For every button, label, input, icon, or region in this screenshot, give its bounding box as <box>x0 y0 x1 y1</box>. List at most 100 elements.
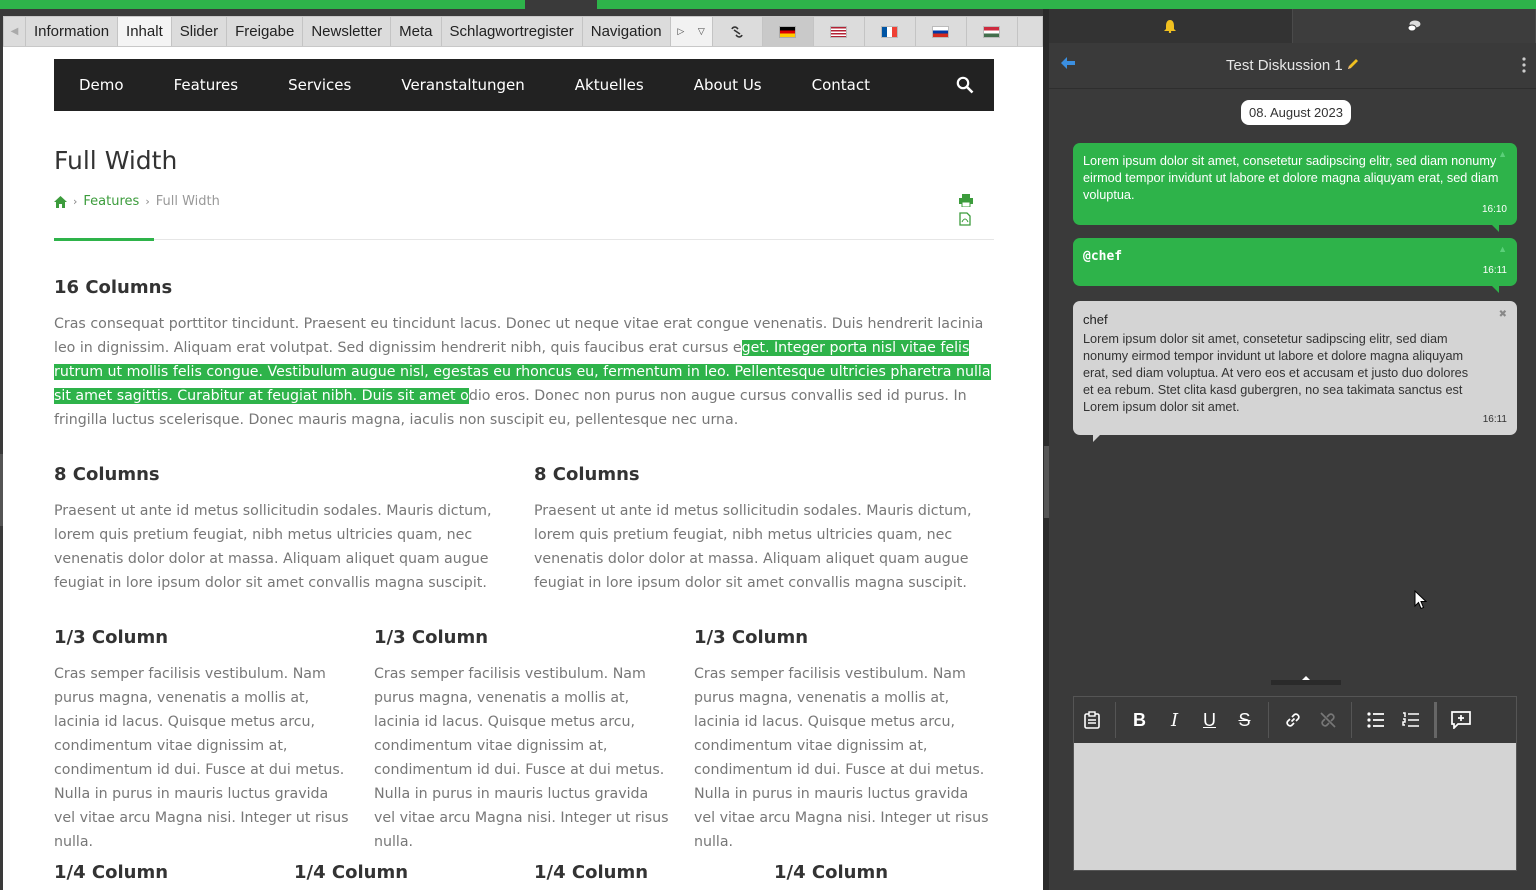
flag-en-icon <box>831 26 847 37</box>
section-heading-third-column: 1/3 Column <box>374 627 489 648</box>
strikethrough-icon[interactable]: S <box>1227 697 1262 743</box>
numbered-list-icon <box>1401 712 1419 727</box>
nav-item-veranstaltungen[interactable]: Veranstaltungen <box>401 76 524 94</box>
message-incoming[interactable]: ✖ chef Lorem ipsum dolor sit amet, conse… <box>1073 301 1517 442</box>
language-fr-button[interactable] <box>865 17 916 46</box>
flag-de-icon <box>780 26 796 37</box>
print-icon[interactable] <box>959 194 973 208</box>
link-button[interactable] <box>713 17 763 46</box>
nav-item-features[interactable]: Features <box>174 76 239 94</box>
close-icon[interactable]: ✖ <box>1499 306 1507 323</box>
section-heading-quarter-column: 1/4 Column <box>294 862 409 883</box>
bubble-tail <box>1491 285 1499 293</box>
breadcrumb-link[interactable]: Features <box>83 194 139 209</box>
caret-right-icon: ▷ <box>677 26 685 36</box>
section-heading-third-column: 1/3 Column <box>694 627 809 648</box>
tab-meta[interactable]: Meta <box>391 17 442 46</box>
tab-inhalt[interactable]: Inhalt <box>118 17 172 46</box>
nav-item-aktuelles[interactable]: Aktuelles <box>575 76 644 94</box>
bubble-tail <box>1093 434 1101 442</box>
site-navbar: Demo Features Services Veranstaltungen A… <box>54 59 994 111</box>
message-time: 16:11 <box>1482 265 1507 276</box>
section-text-8-columns: Praesent ut ante id metus sollicitudin s… <box>534 503 972 591</box>
message-text: Lorem ipsum dolor sit amet, consetetur s… <box>1083 332 1469 414</box>
message-own[interactable]: ▲ @chef 16:11 <box>1073 238 1517 293</box>
nav-item-contact[interactable]: Contact <box>812 76 870 94</box>
tab-freigabe[interactable]: Freigabe <box>227 17 304 46</box>
composer-toolbar: B I U S <box>1074 697 1516 743</box>
flag-ru-icon <box>933 26 949 37</box>
reaction-icon[interactable]: ▲ <box>1498 146 1507 163</box>
section-text-8-columns: Praesent ut ante id metus sollicitudin s… <box>54 503 492 591</box>
title-divider-accent <box>54 238 154 241</box>
more-options-icon[interactable] <box>1522 57 1526 73</box>
bubble-tail <box>1491 224 1499 232</box>
add-comment-button[interactable] <box>1443 697 1478 743</box>
home-icon[interactable] <box>54 195 67 208</box>
message-input[interactable] <box>1074 743 1516 870</box>
pdf-icon[interactable] <box>959 212 971 226</box>
link-button[interactable] <box>1275 697 1310 743</box>
section-heading-quarter-column: 1/4 Column <box>54 862 169 883</box>
message-sender: chef <box>1083 312 1108 327</box>
bold-icon[interactable]: B <box>1122 697 1157 743</box>
section-text-16-columns: Cras consequat porttitor tincidunt. Prae… <box>54 312 994 432</box>
tab-notifications[interactable] <box>1049 9 1293 43</box>
tabs-more-button[interactable]: ▷ ▽ <box>670 17 713 46</box>
page-preview: Demo Features Services Veranstaltungen A… <box>3 47 1043 890</box>
tab-information[interactable]: Information <box>26 17 119 46</box>
page-title: Full Width <box>54 146 178 175</box>
chevron-right-icon: › <box>73 195 78 208</box>
unlink-button[interactable] <box>1310 697 1345 743</box>
nav-item-demo[interactable]: Demo <box>79 76 124 94</box>
breadcrumb-current: Full Width <box>155 194 220 209</box>
editor-tabbar: ◀ Information Inhalt Slider Freigabe New… <box>3 16 1043 47</box>
message-time: 16:11 <box>1482 414 1507 425</box>
chat-panel: Test Diskussion 1 08. August 2023 ▲ Lore… <box>1049 9 1536 890</box>
bell-icon <box>1164 19 1177 33</box>
flag-hu-icon <box>984 26 1000 37</box>
flag-fr-icon <box>882 26 898 37</box>
paste-button[interactable] <box>1074 697 1109 743</box>
message-text: Lorem ipsum dolor sit amet, consetetur s… <box>1083 154 1499 202</box>
section-heading-8-columns: 8 Columns <box>534 464 640 485</box>
tab-slider[interactable]: Slider <box>172 17 228 46</box>
bullet-list-button[interactable] <box>1358 697 1393 743</box>
language-ru-button[interactable] <box>916 17 967 46</box>
tab-schlagwortregister[interactable]: Schlagwortregister <box>442 17 583 46</box>
mention-text[interactable]: @chef <box>1083 248 1507 265</box>
add-comment-icon <box>1450 711 1471 729</box>
section-heading-8-columns: 8 Columns <box>54 464 160 485</box>
cms-editor: ◀ Information Inhalt Slider Freigabe New… <box>0 9 1049 890</box>
nav-item-about-us[interactable]: About Us <box>694 76 762 94</box>
search-icon[interactable] <box>956 76 974 94</box>
message-time: 16:10 <box>1481 204 1507 215</box>
section-heading-16-columns: 16 Columns <box>54 277 173 298</box>
pencil-icon[interactable] <box>1347 58 1359 70</box>
message-composer: B I U S <box>1073 696 1517 871</box>
tab-discussions[interactable] <box>1292 9 1536 43</box>
section-text-third-column: Cras semper facilisis vestibulum. Nam pu… <box>374 666 669 850</box>
italic-icon[interactable]: I <box>1157 697 1192 743</box>
toolbar-separator <box>1351 702 1352 738</box>
nav-item-services[interactable]: Services <box>288 76 351 94</box>
chat-bubbles-icon <box>1407 20 1421 32</box>
unlink-icon <box>1319 712 1336 728</box>
language-hu-button[interactable] <box>967 17 1018 46</box>
reaction-icon[interactable]: ▲ <box>1498 241 1507 258</box>
message-own[interactable]: ▲ Lorem ipsum dolor sit amet, consetetur… <box>1073 143 1517 232</box>
composer-resize-handle[interactable] <box>1271 676 1341 685</box>
tabs-scroll-left-button[interactable]: ◀ <box>4 17 26 46</box>
numbered-list-button[interactable] <box>1393 697 1428 743</box>
underline-icon[interactable]: U <box>1192 697 1227 743</box>
language-en-button[interactable] <box>814 17 865 46</box>
chevron-right-icon: › <box>145 195 150 208</box>
left-edge-handle[interactable] <box>0 454 3 526</box>
tab-navigation[interactable]: Navigation <box>583 17 671 46</box>
language-de-button[interactable] <box>762 17 814 46</box>
tab-newsletter[interactable]: Newsletter <box>303 17 392 46</box>
toolbar-separator <box>1268 702 1269 738</box>
paste-icon <box>1083 711 1100 729</box>
page-tools <box>959 194 973 231</box>
message-list[interactable]: 08. August 2023 ▲ Lorem ipsum dolor sit … <box>1049 90 1536 684</box>
